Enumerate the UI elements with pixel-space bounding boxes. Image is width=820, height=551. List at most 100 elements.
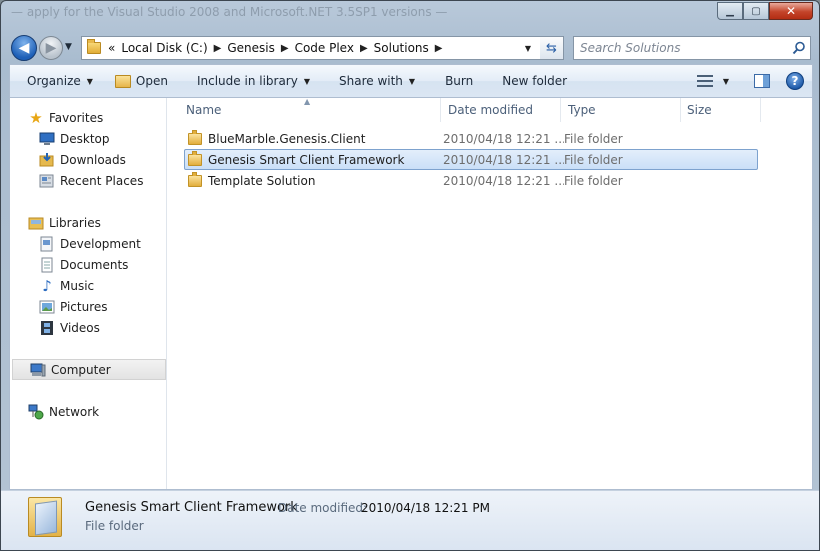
search-box[interactable] <box>573 36 811 60</box>
network-icon <box>28 404 44 420</box>
desktop-icon <box>39 131 55 147</box>
back-button[interactable]: ◀ <box>11 35 37 61</box>
file-row[interactable]: BlueMarble.Genesis.Client 2010/04/18 12:… <box>184 128 758 149</box>
file-name-cell: Genesis Smart Client Framework <box>185 150 443 167</box>
help-icon[interactable]: ? <box>786 72 804 90</box>
nav-favorites-label: Favorites <box>49 110 104 125</box>
breadcrumb-chevron-icon[interactable]: ▶ <box>214 43 222 54</box>
maximize-icon: ▢ <box>751 5 761 17</box>
title-bar[interactable]: — apply for the Visual Studio 2008 and M… <box>1 1 819 31</box>
sort-ascending-icon: ▲ <box>304 97 311 106</box>
nav-computer[interactable]: Computer <box>12 359 166 380</box>
nav-desktop[interactable]: Desktop <box>10 128 167 149</box>
column-header-name[interactable]: Name ▲ <box>168 97 441 122</box>
address-bar[interactable]: « Local Disk (C:) ▶ Genesis ▶ Code Plex … <box>81 36 563 60</box>
file-type: File folder <box>564 173 623 188</box>
new-folder-button[interactable]: New folder <box>482 69 576 93</box>
column-size-label: Size <box>687 103 712 117</box>
nav-downloads[interactable]: Downloads <box>10 149 167 170</box>
nav-favorites[interactable]: ★ Favorites <box>10 107 167 128</box>
breadcrumb-code-plex[interactable]: Code Plex <box>295 41 354 55</box>
file-list-pane: Name ▲ Date modified Type Size BlueMarbl… <box>168 97 812 489</box>
new-folder-label: New folder <box>502 74 568 88</box>
file-date: 2010/04/18 12:21 ... <box>443 152 564 167</box>
address-history-dropdown[interactable]: ▼ <box>518 37 538 59</box>
minimize-icon: ▁ <box>726 5 734 17</box>
address-row: ◀ ▶ ▼ « Local Disk (C:) ▶ Genesis ▶ Code… <box>1 31 819 63</box>
folder-icon <box>188 171 202 187</box>
nav-libraries[interactable]: Libraries <box>10 212 167 233</box>
search-input[interactable] <box>580 41 780 55</box>
nav-documents[interactable]: Documents <box>10 254 167 275</box>
navigation-pane: ★ Favorites Desktop Downloads Recent Pla… <box>10 98 167 489</box>
maximize-button[interactable]: ▢ <box>743 2 769 20</box>
include-label: Include in library <box>196 74 298 88</box>
forward-arrow-icon: ▶ <box>45 40 57 56</box>
pictures-icon <box>39 299 55 315</box>
breadcrumb-overflow[interactable]: « <box>108 41 115 55</box>
include-in-library-button[interactable]: Include in library ▼ <box>177 69 319 93</box>
explorer-window: — apply for the Visual Studio 2008 and M… <box>0 0 820 551</box>
preview-pane-icon[interactable] <box>754 74 770 88</box>
file-date: 2010/04/18 12:21 ... <box>443 131 564 146</box>
open-label: Open <box>135 74 168 88</box>
breadcrumb-chevron-icon[interactable]: ▶ <box>435 43 443 54</box>
burn-label: Burn <box>445 74 474 88</box>
nav-development[interactable]: Development <box>10 233 167 254</box>
nav-desktop-label: Desktop <box>60 131 110 146</box>
column-name-label: Name <box>186 103 222 117</box>
libraries-icon <box>28 215 44 231</box>
breadcrumb-solutions[interactable]: Solutions <box>374 41 429 55</box>
folder-thumbnail-icon <box>28 497 62 537</box>
share-with-button[interactable]: Share with ▼ <box>319 69 424 93</box>
nav-music[interactable]: ♪ Music <box>10 275 167 296</box>
nav-videos[interactable]: Videos <box>10 317 167 338</box>
nav-recent-places-label: Recent Places <box>60 173 144 188</box>
window-title-ghost: — apply for the Visual Studio 2008 and M… <box>11 5 448 19</box>
nav-videos-label: Videos <box>60 320 100 335</box>
forward-button[interactable]: ▶ <box>39 36 63 60</box>
breadcrumb-chevron-icon[interactable]: ▶ <box>360 43 368 54</box>
file-date: 2010/04/18 12:21 ... <box>443 173 564 188</box>
file-row[interactable]: Genesis Smart Client Framework 2010/04/1… <box>184 149 758 170</box>
nav-development-label: Development <box>60 236 141 251</box>
folder-icon <box>188 129 202 145</box>
caption-buttons: ▁ ▢ ✕ <box>717 2 813 20</box>
documents-icon <box>39 257 55 273</box>
open-button[interactable]: Open <box>102 69 177 93</box>
file-name: Genesis Smart Client Framework <box>208 152 405 167</box>
chevron-down-icon: ▼ <box>722 76 729 86</box>
file-name-cell: Template Solution <box>185 171 443 188</box>
star-icon: ★ <box>29 108 43 127</box>
development-library-icon <box>39 236 55 252</box>
nav-pictures[interactable]: Pictures <box>10 296 167 317</box>
chevron-down-icon: ▼ <box>303 76 310 86</box>
refresh-icon: ⇆ <box>546 40 557 56</box>
nav-music-label: Music <box>60 278 95 293</box>
close-icon: ✕ <box>785 4 797 18</box>
file-name: Template Solution <box>208 173 316 188</box>
details-name: Genesis Smart Client Framework <box>85 500 298 515</box>
recent-pages-dropdown[interactable]: ▼ <box>65 42 72 52</box>
open-folder-icon <box>114 74 131 88</box>
column-header-type[interactable]: Type <box>561 98 681 122</box>
nav-network[interactable]: Network <box>10 401 167 422</box>
file-row[interactable]: Template Solution 2010/04/18 12:21 ... F… <box>184 170 758 191</box>
burn-button[interactable]: Burn <box>424 69 482 93</box>
breadcrumb-local-disk[interactable]: Local Disk (C:) <box>121 41 207 55</box>
close-button[interactable]: ✕ <box>769 2 813 20</box>
organize-button[interactable]: Organize ▼ <box>10 69 102 93</box>
change-view-button[interactable]: ▼ <box>688 69 738 93</box>
column-header-size[interactable]: Size <box>681 98 761 122</box>
minimize-button[interactable]: ▁ <box>717 2 743 20</box>
command-bar: Organize ▼ Open Include in library ▼ Share… <box>9 64 813 97</box>
breadcrumb-chevron-icon[interactable]: ▶ <box>281 43 289 54</box>
explorer-body: ★ Favorites Desktop Downloads Recent Pla… <box>9 97 813 490</box>
chevron-down-icon: ▼ <box>86 76 93 86</box>
breadcrumb-genesis[interactable]: Genesis <box>227 41 275 55</box>
search-icon[interactable] <box>792 41 806 55</box>
nav-recent-places[interactable]: Recent Places <box>10 170 167 191</box>
refresh-button[interactable]: ⇆ <box>540 36 564 60</box>
column-header-date[interactable]: Date modified <box>441 98 561 122</box>
chevron-down-icon: ▼ <box>408 76 416 86</box>
